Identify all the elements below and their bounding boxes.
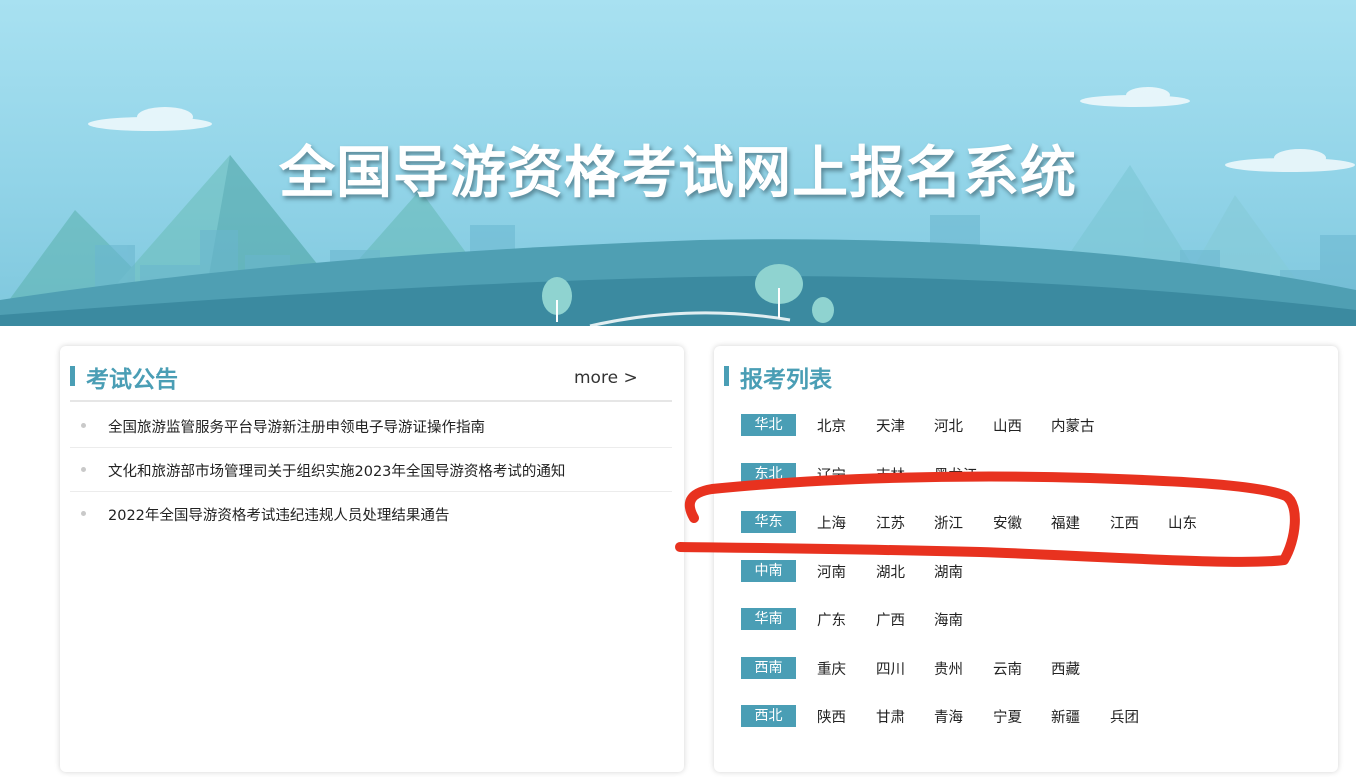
province-link[interactable]: 山东 — [1168, 512, 1197, 533]
province-link[interactable]: 浙江 — [934, 512, 963, 533]
province-link[interactable]: 江苏 — [876, 512, 905, 533]
notice-list: 全国旅游监管服务平台导游新注册申领电子导游证操作指南 文化和旅游部市场管理司关于… — [70, 404, 672, 536]
province-link[interactable]: 西藏 — [1051, 658, 1080, 679]
notice-link[interactable]: 文化和旅游部市场管理司关于组织实施2023年全国导游资格考试的通知 — [108, 460, 565, 481]
bullet-icon — [81, 467, 86, 472]
province-link[interactable]: 陕西 — [817, 706, 846, 727]
notice-item[interactable]: 文化和旅游部市场管理司关于组织实施2023年全国导游资格考试的通知 — [70, 448, 672, 492]
bullet-icon — [81, 423, 86, 428]
province-link[interactable]: 兵团 — [1110, 706, 1139, 727]
province-link[interactable]: 天津 — [876, 415, 905, 436]
province-link[interactable]: 山西 — [993, 415, 1022, 436]
notice-item[interactable]: 2022年全国导游资格考试违纪违规人员处理结果通告 — [70, 492, 672, 536]
region-tag: 华北 — [741, 414, 796, 436]
province-link[interactable]: 广东 — [817, 609, 846, 630]
province-link[interactable]: 重庆 — [817, 658, 846, 679]
province-link[interactable]: 福建 — [1051, 512, 1080, 533]
notice-link[interactable]: 2022年全国导游资格考试违纪违规人员处理结果通告 — [108, 504, 449, 525]
province-link[interactable]: 湖北 — [876, 561, 905, 582]
province-link[interactable]: 河北 — [934, 415, 963, 436]
notices-header: 考试公告 more > — [70, 360, 672, 402]
registration-header: 报考列表 — [724, 360, 1326, 402]
banner-title: 全国导游资格考试网上报名系统 — [279, 141, 1077, 206]
province-link[interactable]: 安徽 — [993, 512, 1022, 533]
region-tag: 华东 — [741, 511, 796, 533]
province-link[interactable]: 河南 — [817, 561, 846, 582]
bullet-icon — [81, 511, 86, 516]
province-link[interactable]: 青海 — [934, 706, 963, 727]
more-link[interactable]: more > — [574, 368, 638, 388]
province-link[interactable]: 辽宁 — [817, 464, 846, 485]
notice-link[interactable]: 全国旅游监管服务平台导游新注册申领电子导游证操作指南 — [108, 416, 485, 437]
region-tag: 西南 — [741, 656, 796, 679]
registration-panel: 报考列表 华北 北京 天津 河北 山西 内蒙古 东北 辽宁 吉林 黑龙江 华东 … — [714, 346, 1338, 772]
header-accent-bar — [70, 366, 75, 386]
province-link[interactable]: 四川 — [876, 658, 905, 679]
province-link[interactable]: 北京 — [817, 415, 846, 436]
province-link[interactable]: 云南 — [993, 658, 1022, 679]
province-link[interactable]: 新疆 — [1051, 706, 1080, 727]
registration-title: 报考列表 — [740, 367, 832, 393]
province-link[interactable]: 吉林 — [876, 464, 905, 485]
province-link[interactable]: 贵州 — [934, 658, 963, 679]
province-link[interactable]: 湖南 — [934, 561, 963, 582]
province-link[interactable]: 宁夏 — [993, 706, 1022, 727]
notices-title: 考试公告 — [86, 367, 178, 393]
notice-item[interactable]: 全国旅游监管服务平台导游新注册申领电子导游证操作指南 — [70, 404, 672, 448]
province-link[interactable]: 江西 — [1110, 512, 1139, 533]
region-tag: 东北 — [741, 462, 796, 485]
province-link[interactable]: 海南 — [934, 609, 963, 630]
region-tag: 中南 — [741, 559, 796, 582]
province-link[interactable]: 黑龙江 — [934, 464, 978, 485]
province-link[interactable]: 甘肃 — [876, 706, 905, 727]
province-link[interactable]: 上海 — [817, 512, 846, 533]
province-link[interactable]: 广西 — [876, 609, 905, 630]
province-link[interactable]: 内蒙古 — [1051, 415, 1095, 436]
region-tag: 华南 — [741, 608, 796, 630]
notices-panel: 考试公告 more > 全国旅游监管服务平台导游新注册申领电子导游证操作指南 文… — [60, 346, 684, 772]
header-banner: 全国导游资格考试网上报名系统 — [0, 0, 1356, 326]
region-tag: 西北 — [741, 705, 796, 727]
header-accent-bar — [724, 366, 729, 386]
